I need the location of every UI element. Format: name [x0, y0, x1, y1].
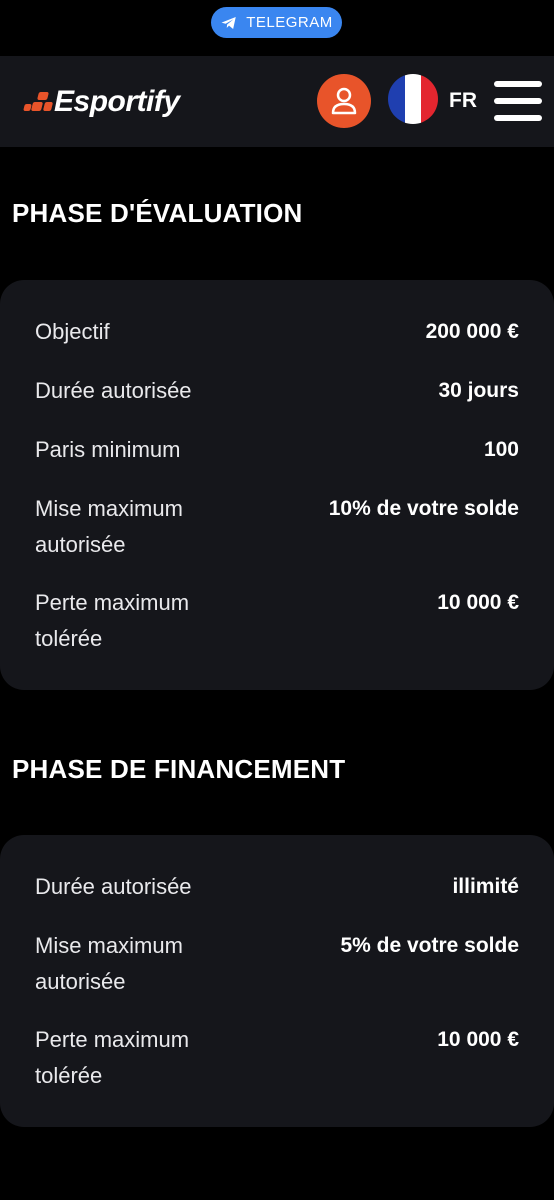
hamburger-menu-icon[interactable]	[494, 81, 542, 121]
language-selector[interactable]: FR	[449, 89, 477, 113]
logo[interactable]: Esportify	[23, 84, 180, 120]
row-value: illimité	[452, 875, 519, 898]
user-icon	[331, 87, 357, 115]
funding-row-max-stake: Mise maximum autorisée 5% de votre solde	[35, 928, 519, 1000]
row-label: Perte maximum tolérée	[35, 590, 190, 651]
row-value: 10% de votre solde	[328, 497, 519, 520]
row-value: 10 000 €	[437, 591, 519, 614]
telegram-label: TELEGRAM	[246, 14, 333, 31]
row-label: Mise maximum autorisée	[35, 496, 183, 557]
row-label: Durée autorisée	[35, 874, 192, 899]
row-value: 100	[483, 438, 519, 461]
telegram-button[interactable]: TELEGRAM	[211, 7, 342, 38]
evaluation-row-duration: Durée autorisée 30 jours	[35, 373, 519, 409]
evaluation-row-max-loss: Perte maximum tolérée 10 000 €	[35, 585, 519, 657]
funding-section-title: PHASE DE FINANCEMENT	[12, 754, 346, 784]
row-label: Perte maximum tolérée	[35, 1027, 190, 1088]
row-label: Mise maximum autorisée	[35, 933, 183, 994]
evaluation-row-objective: Objectif 200 000 €	[35, 314, 519, 350]
row-value: 200 000 €	[425, 320, 519, 343]
evaluation-section-title: PHASE D'ÉVALUATION	[12, 198, 303, 228]
telegram-icon	[221, 16, 236, 29]
evaluation-card: Objectif 200 000 € Durée autorisée 30 jo…	[0, 280, 554, 690]
funding-card: Durée autorisée illimité Mise maximum au…	[0, 835, 554, 1127]
evaluation-row-max-stake: Mise maximum autorisée 10% de votre sold…	[35, 491, 519, 563]
row-label: Objectif	[35, 319, 110, 344]
row-value: 10 000 €	[437, 1028, 519, 1051]
logo-mark-icon	[23, 90, 54, 114]
navbar: Esportify FR	[0, 56, 554, 147]
funding-row-max-loss: Perte maximum tolérée 10 000 €	[35, 1022, 519, 1094]
row-value: 5% de votre solde	[340, 934, 519, 957]
logo-text: Esportify	[54, 85, 180, 118]
funding-row-duration: Durée autorisée illimité	[35, 869, 519, 905]
row-label: Durée autorisée	[35, 378, 192, 403]
row-value: 30 jours	[438, 379, 519, 402]
france-flag-icon[interactable]	[388, 74, 438, 124]
row-label: Paris minimum	[35, 437, 181, 462]
user-account-button[interactable]	[317, 74, 371, 128]
evaluation-row-minimum-bets: Paris minimum 100	[35, 432, 519, 468]
top-strip: TELEGRAM	[0, 0, 554, 56]
